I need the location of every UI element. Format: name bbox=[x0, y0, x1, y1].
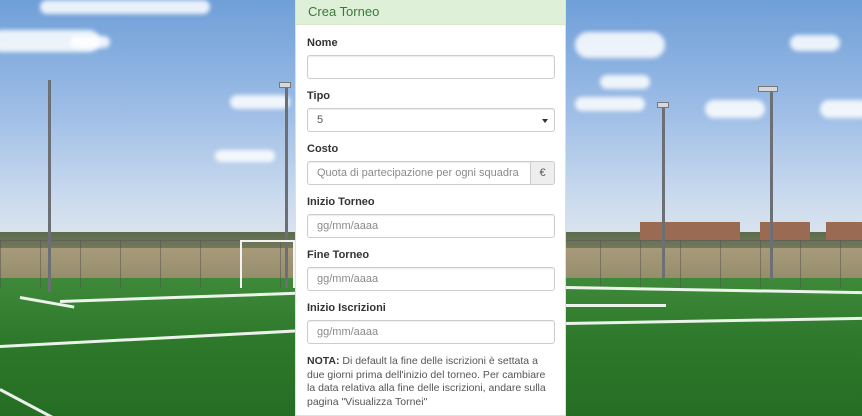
floodlight bbox=[758, 86, 778, 92]
costo-input-group: Quota di partecipazione per ogni squadra… bbox=[307, 161, 555, 185]
fine-torneo-input[interactable]: gg/mm/aaaa bbox=[307, 267, 555, 291]
cloud bbox=[230, 95, 290, 109]
cloud bbox=[790, 35, 840, 51]
cloud bbox=[70, 36, 110, 48]
costo-label: Costo bbox=[307, 143, 339, 155]
nome-label: Nome bbox=[307, 37, 338, 49]
create-tournament-form: Nome Tipo 5 Costo Quota di partecipazion… bbox=[296, 25, 565, 409]
create-tournament-panel: Crea Torneo Nome Tipo 5 Costo Quota di p… bbox=[295, 0, 566, 416]
buildings bbox=[640, 222, 740, 240]
form-group-tipo: Tipo 5 bbox=[307, 90, 555, 132]
floodlight bbox=[657, 102, 669, 108]
form-group-costo: Costo Quota di partecipazione per ogni s… bbox=[307, 143, 555, 185]
costo-input[interactable]: Quota di partecipazione per ogni squadra bbox=[307, 161, 531, 185]
cloud bbox=[705, 100, 765, 118]
light-pole bbox=[770, 90, 773, 280]
form-group-nome: Nome bbox=[307, 37, 555, 79]
buildings bbox=[760, 222, 810, 240]
inizio-torneo-label: Inizio Torneo bbox=[307, 196, 375, 208]
cloud bbox=[575, 32, 665, 58]
cloud bbox=[820, 100, 862, 118]
cloud bbox=[600, 75, 650, 89]
fine-torneo-label: Fine Torneo bbox=[307, 249, 370, 261]
cloud bbox=[215, 150, 275, 162]
form-group-inizio-iscrizioni: Inizio Iscrizioni gg/mm/aaaa bbox=[307, 302, 555, 344]
euro-addon: € bbox=[531, 161, 555, 185]
form-group-inizio-torneo: Inizio Torneo gg/mm/aaaa bbox=[307, 196, 555, 238]
cloud bbox=[40, 0, 210, 14]
registration-note: NOTA: Di default la fine delle iscrizion… bbox=[307, 355, 555, 409]
buildings bbox=[826, 222, 862, 240]
inizio-torneo-input[interactable]: gg/mm/aaaa bbox=[307, 214, 555, 238]
light-pole bbox=[662, 106, 665, 278]
note-text: Di default la fine delle iscrizioni è se… bbox=[307, 355, 546, 408]
tipo-select[interactable]: 5 bbox=[307, 108, 555, 132]
form-group-fine-torneo: Fine Torneo gg/mm/aaaa bbox=[307, 249, 555, 291]
note-prefix: NOTA: bbox=[307, 355, 340, 367]
field-line bbox=[566, 304, 666, 307]
cloud bbox=[575, 97, 645, 111]
goal-post bbox=[240, 240, 295, 288]
panel-title: Crea Torneo bbox=[296, 0, 565, 25]
nome-input[interactable] bbox=[307, 55, 555, 79]
tipo-selected-value: 5 bbox=[317, 114, 324, 126]
inizio-iscrizioni-input[interactable]: gg/mm/aaaa bbox=[307, 320, 555, 344]
tipo-label: Tipo bbox=[307, 90, 331, 102]
caret-down-icon bbox=[542, 119, 548, 123]
inizio-iscrizioni-label: Inizio Iscrizioni bbox=[307, 302, 386, 314]
light-pole bbox=[48, 80, 51, 292]
floodlight bbox=[279, 82, 291, 88]
